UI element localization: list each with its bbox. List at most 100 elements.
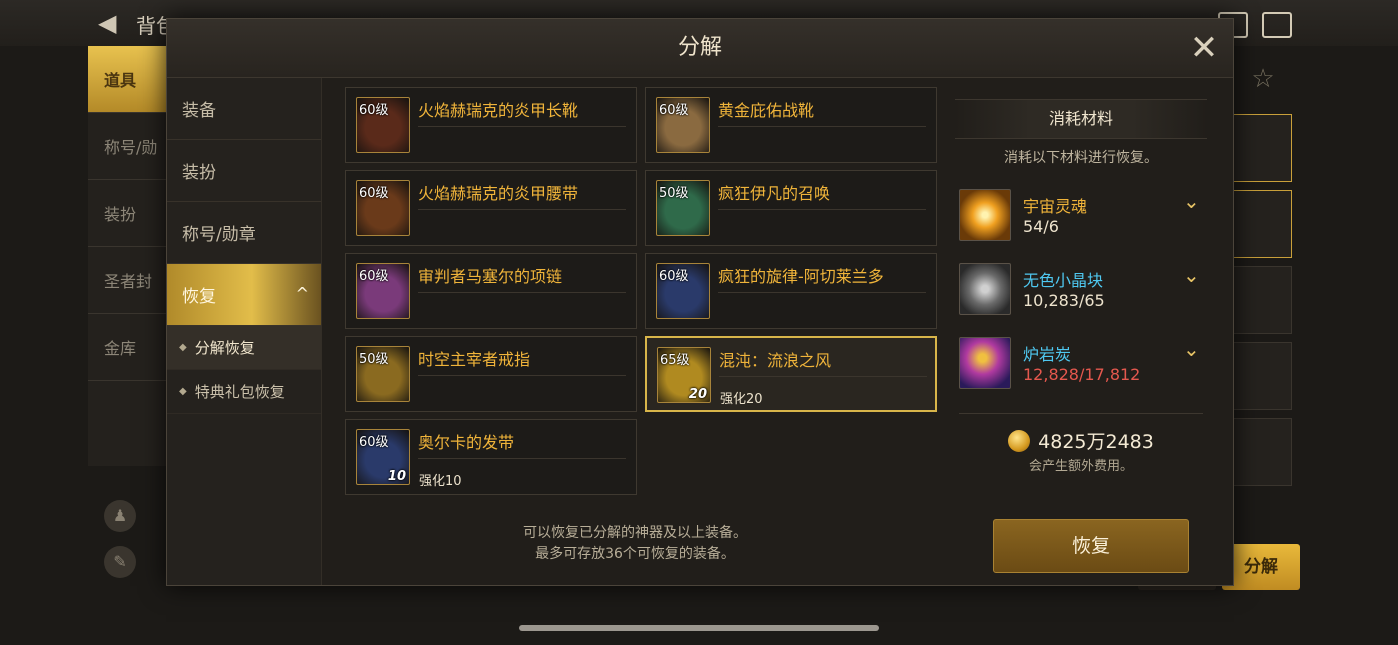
item-name: 黄金庇佑战靴 [718, 101, 815, 120]
submenu-item-label: 分解恢复 [194, 339, 255, 357]
restore-button[interactable]: 恢复 [993, 519, 1189, 573]
dialog-title: 分解 [677, 35, 722, 60]
item-enhance: 强化10 [419, 474, 462, 489]
equipment-icon: 60级 [356, 263, 410, 319]
background-icon[interactable]: ♟ [104, 500, 136, 532]
menu-item-label: 装备 [182, 101, 216, 121]
disassemble-dialog: 分解 ✕ 装备 装扮 称号/勋章 恢复 ^ ◆ 分解恢复 ◆ 特典礼包恢复 60… [166, 18, 1234, 586]
item-level: 60级 [359, 435, 389, 450]
item-name: 火焰赫瑞克的炎甲腰带 [418, 184, 579, 203]
materials-panel: 消耗材料 消耗以下材料进行恢复。 宇宙灵魂 54/6 ⌄ 无色小晶块 10,28… [955, 99, 1207, 499]
grid-note: 可以恢复已分解的神器及以上装备。 最多可存放36个可恢复的装备。 [345, 523, 925, 565]
menu-item-avatar[interactable]: 装扮 [167, 140, 321, 202]
material-name: 炉岩炭 [1023, 345, 1072, 364]
material-count: 12,828/17,812 [1023, 365, 1141, 384]
item-level: 50级 [659, 186, 689, 201]
item-level: 50级 [359, 352, 389, 367]
home-indicator[interactable] [519, 625, 879, 631]
item-level: 60级 [359, 103, 389, 118]
item-name: 混沌：流浪之风 [719, 351, 832, 370]
background-tab[interactable]: 称号/勋 [88, 113, 170, 180]
background-tab[interactable]: 道具 [88, 46, 170, 113]
submenu-item-label: 特典礼包恢复 [194, 383, 285, 401]
item-card[interactable]: 50级 时空主宰者戒指 [345, 336, 637, 412]
material-row[interactable]: 无色小晶块 10,283/65 ⌄ [959, 263, 1203, 319]
background-slot[interactable] [1232, 190, 1292, 258]
divider [718, 292, 926, 293]
equipment-icon: 60级 10 [356, 429, 410, 485]
menu-item-label: 装扮 [182, 163, 216, 183]
menu-item-equipment[interactable]: 装备 [167, 78, 321, 140]
star-icon[interactable]: ☆ [1248, 64, 1278, 94]
submenu-item-package-restore[interactable]: ◆ 特典礼包恢复 [167, 370, 321, 414]
item-card[interactable]: 50级 疯狂伊凡的召唤 [645, 170, 937, 246]
item-level: 65级 [660, 353, 690, 368]
divider [718, 126, 926, 127]
item-level: 60级 [359, 269, 389, 284]
diamond-icon: ◆ [179, 386, 187, 397]
item-card[interactable]: 60级 火焰赫瑞克的炎甲腰带 [345, 170, 637, 246]
item-enhance: 强化20 [720, 392, 763, 407]
equipment-icon: 50级 [356, 346, 410, 402]
chevron-down-icon[interactable]: ⌄ [1183, 189, 1200, 213]
chevron-down-icon[interactable]: ⌄ [1183, 263, 1200, 287]
background-tab[interactable]: 装扮 [88, 180, 170, 247]
item-grid: 60级 火焰赫瑞克的炎甲长靴 60级 黄金庇佑战靴 60级 火焰赫瑞克的炎甲腰带 50级 疯狂… [345, 87, 941, 507]
material-row[interactable]: 炉岩炭 12,828/17,812 ⌄ [959, 337, 1203, 393]
diamond-icon: ◆ [179, 342, 187, 353]
divider [418, 292, 626, 293]
cosmic-soul-icon [959, 189, 1011, 241]
background-tab[interactable]: 圣者封 [88, 247, 170, 314]
crystal-icon [959, 263, 1011, 315]
item-name: 火焰赫瑞克的炎甲长靴 [418, 101, 579, 120]
gold-coin-icon [1008, 429, 1031, 452]
equipment-icon: 50级 [656, 180, 710, 236]
divider [418, 209, 626, 210]
background-slot[interactable] [1232, 114, 1292, 182]
background-sidebar: 道具 称号/勋 装扮 圣者封 金库 [88, 46, 170, 466]
divider [418, 375, 626, 376]
divider [718, 209, 926, 210]
gold-cost: 4825万2483 [955, 427, 1207, 453]
material-count: 54/6 [1023, 217, 1059, 236]
equipment-icon: 65级 20 [657, 347, 711, 403]
item-card[interactable]: 65级 20 混沌：流浪之风强化20 [645, 336, 937, 412]
equipment-icon: 60级 [356, 97, 410, 153]
item-name: 审判者马塞尔的项链 [418, 267, 563, 286]
item-name: 疯狂伊凡的召唤 [718, 184, 831, 203]
material-name: 无色小晶块 [1023, 271, 1104, 290]
item-card[interactable]: 60级 黄金庇佑战靴 [645, 87, 937, 163]
item-card[interactable]: 60级 火焰赫瑞克的炎甲长靴 [345, 87, 637, 163]
menu-item-restore[interactable]: 恢复 ^ [167, 264, 321, 326]
background-slot[interactable] [1232, 418, 1292, 486]
divider [719, 376, 927, 377]
back-arrow-icon[interactable]: ◀ [98, 10, 124, 36]
lava-coal-icon [959, 337, 1011, 389]
equipment-icon: 60级 [656, 263, 710, 319]
menu-item-label: 称号/勋章 [182, 225, 256, 245]
item-card[interactable]: 60级 10 奥尔卡的发带强化10 [345, 419, 637, 495]
chevron-up-icon: ^ [295, 284, 309, 303]
item-name: 奥尔卡的发带 [418, 433, 515, 452]
background-tab[interactable]: 金库 [88, 314, 170, 381]
material-count: 10,283/65 [1023, 291, 1105, 310]
chevron-down-icon[interactable]: ⌄ [1183, 337, 1200, 361]
item-card[interactable]: 60级 疯狂的旋律-阿切莱兰多 [645, 253, 937, 329]
item-level: 60级 [659, 103, 689, 118]
item-card[interactable]: 60级 审判者马塞尔的项链 [345, 253, 637, 329]
item-name: 时空主宰者戒指 [418, 350, 531, 369]
gold-note: 会产生额外费用。 [1028, 459, 1133, 474]
background-slot[interactable] [1232, 266, 1292, 334]
close-icon[interactable]: ✕ [1189, 31, 1219, 65]
background-icon[interactable]: ✎ [104, 546, 136, 578]
materials-desc: 消耗以下材料进行恢复。 [1004, 150, 1158, 166]
menu-item-titles[interactable]: 称号/勋章 [167, 202, 321, 264]
background-slot[interactable] [1232, 342, 1292, 410]
submenu-item-disassemble-restore[interactable]: ◆ 分解恢复 [167, 326, 321, 370]
grid-note-line: 最多可存放36个可恢复的装备。 [535, 546, 735, 562]
chat-icon[interactable] [1262, 12, 1292, 38]
divider [418, 126, 626, 127]
menu-item-label: 恢复 [182, 287, 216, 307]
material-row[interactable]: 宇宙灵魂 54/6 ⌄ [959, 189, 1203, 245]
gold-value: 4825万2483 [1038, 431, 1154, 453]
